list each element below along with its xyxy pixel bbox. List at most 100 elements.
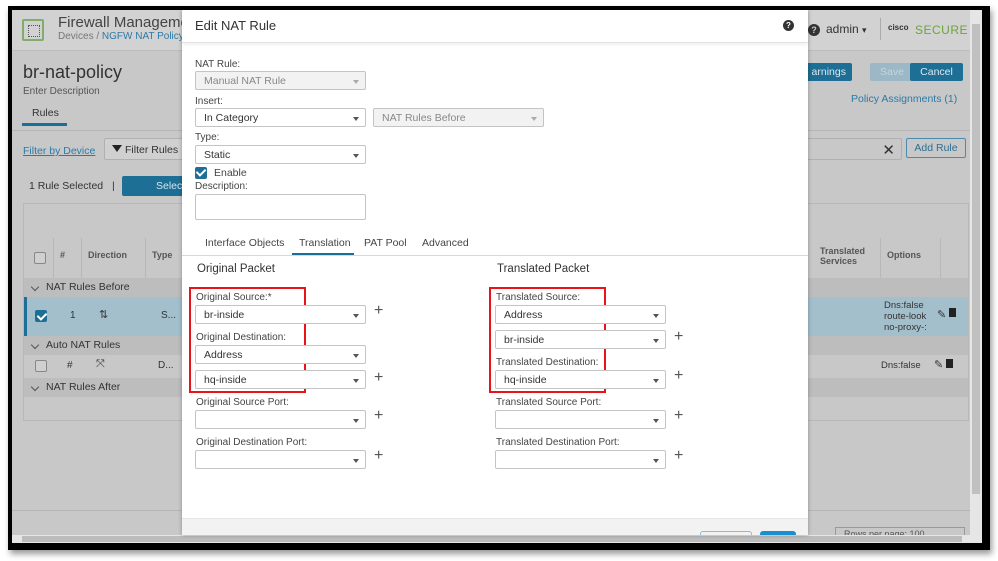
- unidirectional-arrow-icon: ⤧: [96, 358, 105, 370]
- close-icon[interactable]: ✕: [882, 141, 895, 159]
- tab-rules[interactable]: Rules: [32, 107, 59, 119]
- row-checkbox[interactable]: [35, 360, 47, 372]
- option: Dns:false: [884, 300, 924, 311]
- policy-description[interactable]: Enter Description: [23, 86, 100, 97]
- add-icon[interactable]: +: [374, 407, 383, 425]
- rows-per-page-select[interactable]: Rows per page: 100: [835, 527, 965, 535]
- enable-checkbox[interactable]: [195, 167, 207, 179]
- bidirectional-arrows-icon: ⇅: [99, 309, 109, 321]
- filter-by-device-link[interactable]: Filter by Device: [23, 145, 95, 157]
- row-options: Dns:false route-look no-proxy-:: [884, 300, 930, 333]
- type-select[interactable]: Static: [195, 145, 366, 164]
- divider: [182, 255, 808, 256]
- separator: |: [112, 180, 115, 192]
- tab-rules-underline: [22, 123, 67, 126]
- add-icon[interactable]: +: [374, 447, 383, 465]
- checkbox[interactable]: [34, 252, 46, 264]
- add-rule-button[interactable]: Add Rule: [906, 138, 966, 158]
- original-source-select[interactable]: br-inside: [195, 305, 366, 324]
- help-icon[interactable]: ?: [783, 20, 794, 31]
- dialog-ok-button[interactable]: [760, 531, 796, 535]
- row-number: #: [67, 360, 73, 371]
- row-checkbox[interactable]: [35, 310, 47, 322]
- row-number: 1: [70, 310, 76, 321]
- nat-rule-label: NAT Rule:: [195, 59, 241, 70]
- tab-advanced[interactable]: Advanced: [422, 237, 469, 249]
- original-destination-label: Original Destination:: [196, 332, 287, 343]
- delete-icon[interactable]: [949, 308, 956, 317]
- breadcrumb-devices[interactable]: Devices: [58, 31, 94, 42]
- translated-destination-port-label: Translated Destination Port:: [496, 437, 620, 448]
- header-select-all[interactable]: [24, 238, 54, 278]
- translated-source-label: Translated Source:: [496, 292, 581, 303]
- original-destination-port-label: Original Destination Port:: [196, 437, 308, 448]
- brand-secure: SECURE: [915, 23, 969, 37]
- app-logo-icon: [22, 19, 44, 41]
- insert-select[interactable]: In Category: [195, 108, 366, 127]
- help-icon[interactable]: ?: [808, 24, 820, 36]
- translated-packet-heading: Translated Packet: [497, 263, 590, 275]
- filter-rules-button[interactable]: Filter Rules: [104, 138, 184, 160]
- cisco-logo: cisco: [888, 23, 909, 32]
- add-icon[interactable]: +: [374, 369, 383, 387]
- row-type: S...: [161, 310, 177, 321]
- original-destination-port-select[interactable]: [195, 450, 366, 469]
- option: no-proxy-:: [884, 322, 927, 333]
- translated-source-type-select[interactable]: Address: [495, 305, 666, 324]
- translated-destination-select[interactable]: hq-inside: [495, 370, 666, 389]
- rule-selected-count: 1 Rule Selected: [29, 180, 104, 192]
- dialog-title: Edit NAT Rule: [195, 18, 277, 33]
- translated-destination-port-select[interactable]: [495, 450, 666, 469]
- row-options: Dns:false: [881, 360, 921, 371]
- tab-interface-objects[interactable]: Interface Objects: [205, 237, 284, 249]
- delete-icon[interactable]: [946, 359, 953, 368]
- user-menu[interactable]: admin ▾: [826, 22, 867, 36]
- edit-icon[interactable]: ✎: [937, 308, 946, 321]
- add-icon[interactable]: +: [674, 447, 683, 465]
- cancel-button[interactable]: Cancel: [910, 63, 963, 81]
- description-textarea[interactable]: [195, 194, 366, 220]
- add-icon[interactable]: +: [674, 367, 683, 385]
- add-icon[interactable]: +: [374, 302, 383, 320]
- edit-nat-rule-dialog: Edit NAT Rule ? NAT Rule: Manual NAT Rul…: [182, 10, 808, 535]
- option: route-look: [884, 311, 927, 322]
- translated-source-port-label: Translated Source Port:: [496, 397, 602, 408]
- divider: [880, 18, 881, 40]
- dialog-cancel-button[interactable]: [700, 531, 752, 535]
- header-type: Type: [146, 238, 186, 278]
- row-type: D...: [158, 360, 174, 371]
- tab-pat-pool[interactable]: PAT Pool: [364, 237, 407, 249]
- translated-source-select[interactable]: br-inside: [495, 330, 666, 349]
- horizontal-scrollbar-thumb[interactable]: [22, 536, 962, 542]
- original-packet-heading: Original Packet: [197, 263, 275, 275]
- translated-source-port-select[interactable]: [495, 410, 666, 429]
- policy-name: br-nat-policy: [23, 62, 123, 82]
- breadcrumb-nat-policy[interactable]: NGFW NAT Policy: [102, 31, 184, 42]
- enable-label: Enable: [214, 167, 247, 179]
- app-title: Firewall Management: [58, 14, 202, 31]
- original-source-port-select[interactable]: [195, 410, 366, 429]
- header-translated-services: Translated Services: [814, 238, 881, 278]
- header-number: #: [54, 238, 82, 278]
- original-destination-type-select[interactable]: Address: [195, 345, 366, 364]
- breadcrumb-sep: /: [96, 31, 100, 42]
- original-destination-select[interactable]: hq-inside: [195, 370, 366, 389]
- add-icon[interactable]: +: [674, 328, 683, 346]
- original-source-port-label: Original Source Port:: [196, 397, 289, 408]
- description-label: Description:: [195, 181, 248, 192]
- insert-category-select[interactable]: NAT Rules Before: [373, 108, 544, 127]
- user-name: admin: [826, 22, 859, 36]
- nat-rule-select[interactable]: Manual NAT Rule: [195, 71, 366, 90]
- breadcrumb: Devices / NGFW NAT Policy: [58, 31, 184, 42]
- edit-icon[interactable]: ✎: [934, 358, 943, 371]
- insert-label: Insert:: [195, 96, 223, 107]
- original-source-label: Original Source:*: [196, 292, 272, 303]
- save-button[interactable]: Save: [870, 63, 914, 81]
- add-icon[interactable]: +: [674, 407, 683, 425]
- policy-assignments-link[interactable]: Policy Assignments (1): [851, 93, 957, 105]
- translated-destination-label: Translated Destination:: [496, 357, 599, 368]
- header-options: Options: [881, 238, 941, 278]
- header-direction: Direction: [82, 238, 146, 278]
- vertical-scrollbar-thumb[interactable]: [972, 24, 980, 494]
- tab-translation[interactable]: Translation: [299, 237, 351, 249]
